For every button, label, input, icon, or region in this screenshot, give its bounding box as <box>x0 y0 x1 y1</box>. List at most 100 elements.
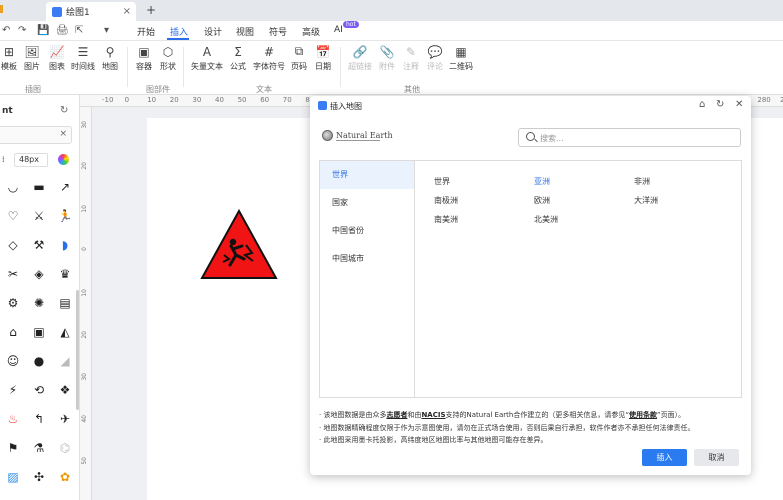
redo-icon[interactable]: ↷ <box>18 25 26 36</box>
map-search-input[interactable]: 搜索... <box>518 128 741 147</box>
menu-tab[interactable]: 设计 <box>204 25 222 38</box>
symbol-item[interactable]: ▨ <box>0 465 26 489</box>
ribbon-icon: # <box>263 44 275 59</box>
save-icon[interactable]: 💾 <box>37 25 49 36</box>
menu-tab[interactable]: 视图 <box>236 25 254 38</box>
dialog-title: 插入地图 <box>330 102 362 111</box>
symbol-item[interactable]: ❖ <box>52 378 78 402</box>
panel-scrollbar[interactable] <box>76 290 79 410</box>
symbol-item[interactable]: ⚙ <box>0 291 26 315</box>
symbol-item[interactable]: ◢ <box>52 349 78 373</box>
category-item[interactable]: 中国省份 <box>320 217 414 245</box>
region-item[interactable]: 南极洲 <box>434 195 458 206</box>
ribbon-button-label: 页码 <box>291 62 307 71</box>
ribbon-button[interactable]: ▦ 二维码 <box>446 45 476 72</box>
symbol-item[interactable]: ◇ <box>0 233 26 257</box>
symbol-item[interactable]: ◉ <box>26 494 52 500</box>
menu-tab[interactable]: 开始 <box>137 25 155 38</box>
symbol-item[interactable]: ✂ <box>0 262 26 286</box>
symbol-item[interactable]: ⌬ <box>52 436 78 460</box>
symbol-item[interactable]: ⚒ <box>26 233 52 257</box>
ribbon-button-label: 二维码 <box>449 62 473 71</box>
symbol-item[interactable]: ◭ <box>52 320 78 344</box>
more-dropdown-icon[interactable]: ▾ <box>104 25 109 36</box>
insert-button[interactable]: 插入 <box>642 449 687 466</box>
symbol-item[interactable]: ✿ <box>52 465 78 489</box>
document-tab[interactable]: 绘图1 × <box>46 2 136 21</box>
symbol-item[interactable]: ⟲ <box>26 378 52 402</box>
filter-icon[interactable]: ⁞ <box>2 155 5 164</box>
library-search-input[interactable]: × <box>0 126 72 144</box>
symbol-item[interactable]: ▣ <box>26 320 52 344</box>
document-icon <box>52 6 62 17</box>
nacis-link[interactable]: NACIS <box>421 411 445 419</box>
hazard-warning-shape[interactable] <box>200 209 278 280</box>
terms-of-use-link[interactable]: 使用条款 <box>629 411 657 419</box>
symbol-item[interactable]: ⚔ <box>26 204 52 228</box>
home-icon[interactable]: ⌂ <box>699 99 705 110</box>
category-item[interactable]: 世界 <box>320 161 414 189</box>
category-item[interactable]: 国家 <box>320 189 414 217</box>
export-icon[interactable]: ⇱ <box>75 25 83 36</box>
symbol-item[interactable]: ▬ <box>26 175 52 199</box>
ribbon-button[interactable]: # 字体符号 <box>253 44 285 72</box>
symbol-item[interactable]: ⌂ <box>0 320 26 344</box>
symbol-item[interactable]: ✣ <box>26 465 52 489</box>
menu-tab[interactable]: 高级 <box>302 25 320 38</box>
clear-search-icon[interactable]: × <box>59 129 67 139</box>
ribbon-button[interactable]: 📅 日期 <box>308 45 338 72</box>
region-item[interactable]: 大洋洲 <box>634 195 658 206</box>
symbol-item[interactable]: ● <box>26 349 52 373</box>
region-item[interactable]: 亚洲 <box>534 176 550 187</box>
ruler-tick: 280 <box>757 96 771 104</box>
symbol-item[interactable]: ✈ <box>52 407 78 431</box>
symbol-item[interactable]: ◈ <box>26 262 52 286</box>
symbol-item[interactable]: ♢ <box>52 494 78 500</box>
symbol-item[interactable]: ↗ <box>52 175 78 199</box>
symbol-item[interactable]: ♡ <box>0 204 26 228</box>
symbol-item[interactable]: ✺ <box>26 291 52 315</box>
menu-tab[interactable]: 插入 <box>170 25 188 38</box>
region-item[interactable]: 南美洲 <box>434 214 458 225</box>
undo-icon[interactable]: ↶ <box>2 25 10 36</box>
close-icon[interactable]: ✕ <box>735 99 743 110</box>
region-item[interactable]: 欧洲 <box>534 195 550 206</box>
symbol-item[interactable]: ♛ <box>52 262 78 286</box>
color-picker-icon[interactable] <box>58 154 69 165</box>
note-line-3: · 此地图采用墨卡托投影，高纬度地区地图比率与其他地图可能存在差异。 <box>319 436 548 444</box>
close-tab-icon[interactable]: × <box>123 6 131 17</box>
menu-tab[interactable]: AI <box>334 25 343 35</box>
icon-size-select[interactable]: 48px <box>14 153 48 167</box>
symbol-item[interactable]: ◎ <box>0 494 26 500</box>
ribbon-button[interactable]: 🔗 超链接 <box>345 45 375 72</box>
volunteers-link[interactable]: 志愿者 <box>386 411 407 419</box>
refresh-icon[interactable]: ↻ <box>716 99 724 110</box>
menu-tab[interactable]: 符号 <box>269 25 287 38</box>
print-icon[interactable]: 🖨 <box>56 25 69 36</box>
ribbon-button[interactable]: ⬡ 形状 <box>153 45 183 72</box>
region-item[interactable]: 非洲 <box>634 176 650 187</box>
symbol-item[interactable]: ◡ <box>0 175 26 199</box>
ribbon-button-label: 模板 <box>1 62 17 71</box>
symbol-item[interactable]: 🏃 <box>52 204 78 228</box>
ribbon-button[interactable]: A 矢量文本 <box>191 45 223 72</box>
symbol-item[interactable]: ◗ <box>52 233 78 257</box>
symbol-item[interactable]: ☺ <box>0 349 26 373</box>
region-item[interactable]: 北美洲 <box>534 214 558 225</box>
new-tab-icon[interactable]: + <box>146 3 156 17</box>
ribbon-button[interactable]: ⚲ 地图 <box>95 45 125 72</box>
symbol-item[interactable]: ⚗ <box>26 436 52 460</box>
symbol-item[interactable]: ↰ <box>26 407 52 431</box>
category-item[interactable]: 中国城市 <box>320 245 414 273</box>
ribbon-button-label: 公式 <box>230 62 246 71</box>
refresh-icon[interactable]: ↻ <box>60 105 68 116</box>
symbol-item[interactable]: ▤ <box>52 291 78 315</box>
symbol-item[interactable]: ⚑ <box>0 436 26 460</box>
ribbon-button[interactable]: ☰ 时间线 <box>68 45 98 72</box>
ribbon-button[interactable]: Σ 公式 <box>223 45 253 72</box>
cancel-button[interactable]: 取消 <box>694 449 739 466</box>
ribbon-button-label: 图片 <box>24 62 40 71</box>
symbol-item[interactable]: ⚡ <box>0 378 26 402</box>
region-item[interactable]: 世界 <box>434 176 450 187</box>
symbol-item[interactable]: ♨ <box>0 407 26 431</box>
